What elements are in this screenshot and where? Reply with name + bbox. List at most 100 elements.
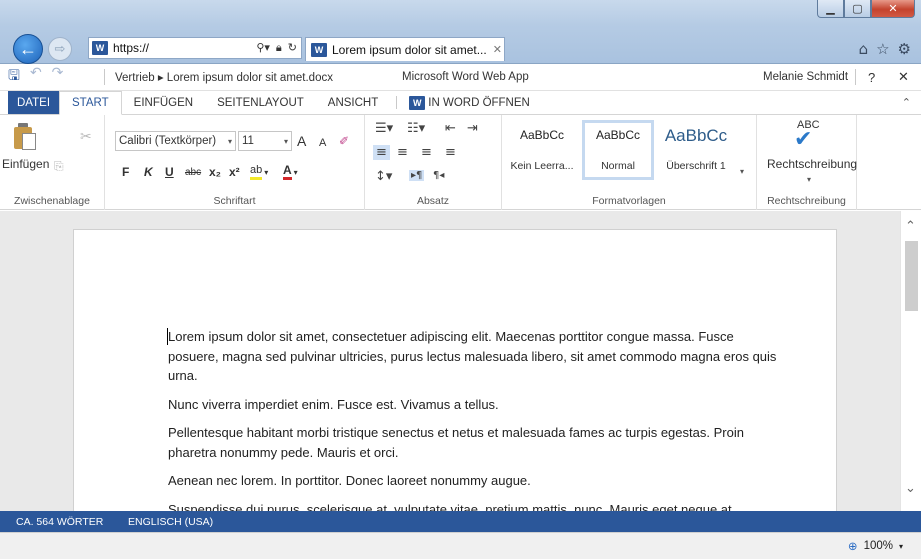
underline-button[interactable]: U: [165, 163, 174, 181]
tab-insert[interactable]: EINFÜGEN: [122, 91, 205, 114]
justify-icon[interactable]: ≡: [445, 145, 456, 160]
highlight-button[interactable]: ab ▾: [250, 163, 268, 181]
tab-start[interactable]: START: [59, 91, 122, 115]
word-favicon-icon: W: [92, 41, 108, 55]
spelling-button[interactable]: Rechtschreibung: [767, 157, 857, 171]
bullets-icon[interactable]: ☰▾: [375, 121, 393, 136]
style-sample: AaBbCc: [519, 128, 565, 142]
chevron-down-icon[interactable]: ▾: [807, 175, 811, 184]
chevron-down-icon: ▾: [264, 167, 269, 177]
language-indicator[interactable]: ENGLISCH (USA): [128, 516, 213, 528]
style-name: Normal: [601, 160, 635, 172]
tab-view[interactable]: ANSICHT: [316, 91, 390, 114]
breadcrumb[interactable]: Vertrieb ▸ Lorem ipsum dolor sit amet.do…: [115, 70, 402, 84]
document-canvas[interactable]: Lorem ipsum dolor sit amet, consectetuer…: [0, 211, 900, 511]
back-icon[interactable]: ←: [13, 34, 43, 64]
align-center-icon[interactable]: ≡: [397, 145, 408, 160]
bold-button[interactable]: F: [122, 163, 129, 181]
paragraph[interactable]: Lorem ipsum dolor sit amet, consectetuer…: [168, 327, 778, 386]
open-in-word-label: IN WORD ÖFFNEN: [428, 96, 530, 109]
group-label: Absatz: [416, 195, 450, 207]
zoom-icon: ⊕: [847, 539, 858, 553]
window-controls: ▁ ▢ ✕: [817, 0, 915, 18]
grow-font-button[interactable]: A: [297, 132, 306, 150]
font-family-value: Calibri (Textkörper): [119, 135, 217, 147]
lock-icon[interactable]: 🔒︎: [276, 41, 282, 55]
styles-group: AaBbCc Kein Leerra... AaBbCc Normal AaBb…: [502, 115, 757, 210]
line-spacing-icon[interactable]: ↕▾: [375, 169, 392, 184]
help-button[interactable]: ?: [868, 70, 890, 85]
vertical-scrollbar[interactable]: ⌃ ⌄: [900, 211, 921, 511]
chevron-down-icon[interactable]: ▾: [899, 542, 903, 551]
copy-icon[interactable]: ⎘: [54, 159, 64, 174]
search-icon[interactable]: ⚲▾: [256, 41, 270, 55]
close-tab-icon[interactable]: ✕: [493, 43, 502, 56]
address-bar[interactable]: W https:// ⚲▾ 🔒︎ ↻: [88, 37, 302, 59]
superscript-button[interactable]: x²: [229, 163, 240, 181]
word-favicon-icon: W: [311, 42, 327, 57]
font-size-select[interactable]: 11 ▾: [238, 131, 292, 151]
address-url[interactable]: https://: [113, 41, 233, 55]
style-normal[interactable]: AaBbCc Normal: [582, 120, 654, 180]
style-sample: AaBbCc: [664, 126, 728, 145]
paragraph[interactable]: Nunc viverra imperdiet enim. Fusce est. …: [168, 395, 778, 415]
ltr-direction-icon[interactable]: ▸¶: [409, 170, 425, 181]
ribbon: Einfügen ⎘ ✂ Zwischenablage Calibri (Tex…: [0, 115, 921, 210]
zoom-control[interactable]: ⊕ 100% ▾: [848, 539, 903, 553]
paragraph[interactable]: Aenean nec lorem. In porttitor. Donec la…: [168, 471, 778, 491]
styles-more-icon[interactable]: ▾: [740, 167, 744, 176]
ribbon-tabs: DATEI START EINFÜGEN SEITENLAYOUT ANSICH…: [0, 91, 921, 115]
clear-formatting-icon[interactable]: ✐: [339, 132, 349, 150]
divider: [396, 96, 398, 109]
paragraph[interactable]: Suspendisse dui purus, scelerisque at, v…: [168, 500, 778, 512]
tab-open-in-word[interactable]: W IN WORD ÖFFNEN: [401, 91, 542, 114]
scroll-down-icon[interactable]: ⌄: [905, 481, 916, 496]
favorites-star-icon[interactable]: ☆: [876, 40, 889, 58]
user-name[interactable]: Melanie Schmidt: [763, 71, 855, 83]
checkmark-icon[interactable]: ✔: [794, 127, 812, 152]
browser-tab[interactable]: W Lorem ipsum dolor sit amet... ✕: [305, 37, 505, 61]
strikethrough-button[interactable]: abc: [185, 163, 201, 181]
scroll-up-icon[interactable]: ⌃: [905, 219, 916, 234]
align-left-icon[interactable]: ≡: [373, 145, 390, 160]
font-size-value: 11: [242, 135, 254, 147]
paste-button[interactable]: Einfügen: [2, 157, 49, 171]
refresh-icon[interactable]: ↻: [288, 41, 297, 55]
rtl-direction-icon[interactable]: ¶◂: [433, 170, 444, 181]
browser-chrome: ▁ ▢ ✕ ← ⇨ W https:// ⚲▾ 🔒︎ ↻ W Lorem ips…: [0, 0, 921, 64]
document-body[interactable]: Lorem ipsum dolor sit amet, consectetuer…: [168, 327, 778, 511]
style-heading-1[interactable]: AaBbCc Überschrift 1: [660, 120, 732, 180]
settings-gear-icon[interactable]: ⚙: [898, 40, 911, 58]
decrease-indent-icon[interactable]: ⇤: [445, 121, 456, 136]
style-name: Kein Leerra...: [510, 160, 574, 172]
cut-icon[interactable]: ✂: [80, 129, 92, 145]
italic-button[interactable]: K: [144, 163, 153, 181]
align-right-icon[interactable]: ≡: [421, 145, 432, 160]
minimize-icon[interactable]: ▁: [817, 0, 844, 18]
numbering-icon[interactable]: ☷▾: [407, 121, 425, 136]
home-icon[interactable]: ⌂: [859, 40, 869, 58]
chevron-down-icon: ▾: [293, 167, 298, 177]
font-color-button[interactable]: A ▾: [283, 163, 298, 181]
save-icon[interactable]: 🖫︎: [8, 65, 20, 89]
font-family-select[interactable]: Calibri (Textkörper) ▾: [115, 131, 236, 151]
maximize-icon[interactable]: ▢: [844, 0, 871, 18]
shrink-font-button[interactable]: A: [319, 134, 326, 152]
increase-indent-icon[interactable]: ⇥: [467, 121, 478, 136]
chevron-down-icon: ▾: [283, 136, 288, 146]
paste-icon[interactable]: [14, 123, 36, 151]
paragraph[interactable]: Pellentesque habitant morbi tristique se…: [168, 423, 778, 462]
close-document-button[interactable]: ✕: [898, 70, 909, 85]
undo-icon[interactable]: ↶: [30, 65, 42, 89]
status-bar: CA. 564 WÖRTER ENGLISCH (USA): [0, 511, 921, 532]
close-window-icon[interactable]: ✕: [871, 0, 915, 18]
subscript-button[interactable]: x₂: [209, 163, 221, 181]
style-no-spacing[interactable]: AaBbCc Kein Leerra...: [506, 120, 578, 180]
tab-page-layout[interactable]: SEITENLAYOUT: [205, 91, 316, 114]
document-page[interactable]: Lorem ipsum dolor sit amet, consectetuer…: [73, 229, 837, 511]
tab-file[interactable]: DATEI: [8, 91, 60, 114]
redo-icon[interactable]: ↷: [52, 65, 64, 89]
collapse-ribbon-icon[interactable]: ⌃: [902, 96, 911, 109]
forward-icon[interactable]: ⇨: [48, 37, 72, 61]
scroll-thumb[interactable]: [905, 241, 918, 311]
